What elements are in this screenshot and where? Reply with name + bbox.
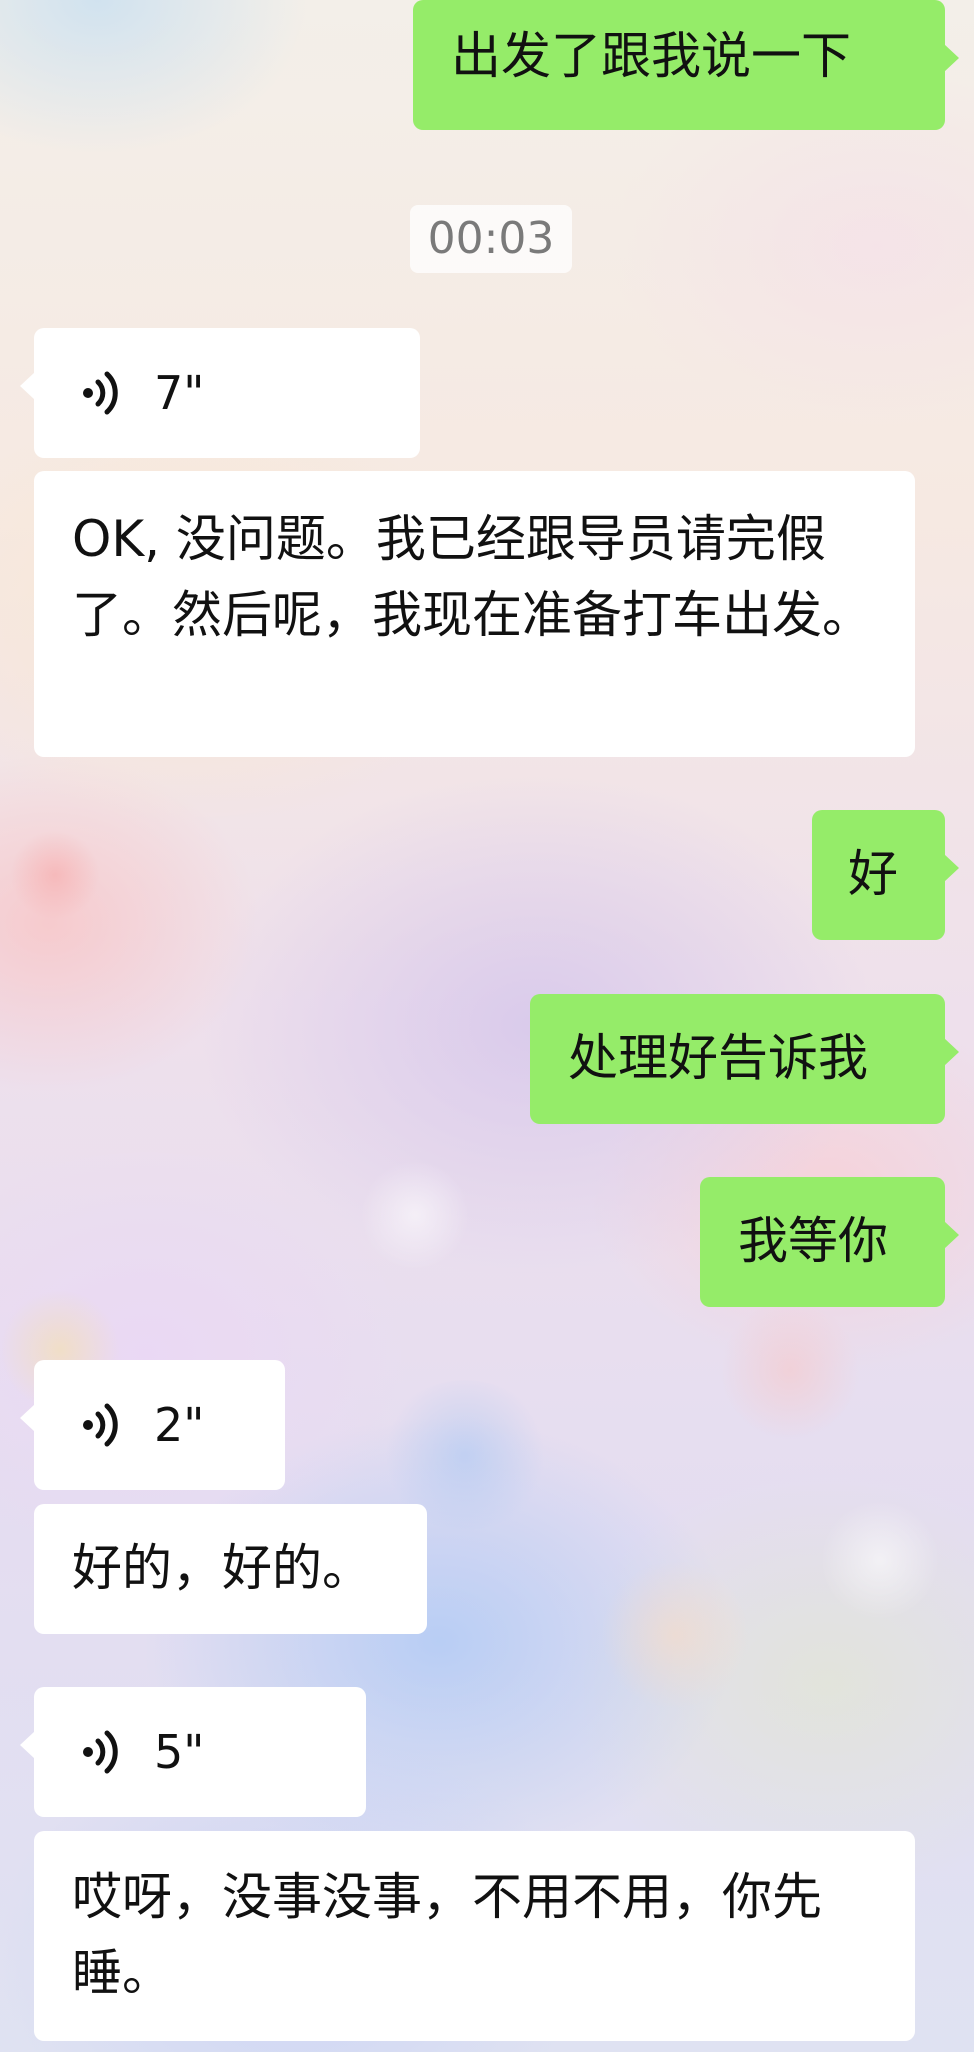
voice-wave-icon	[78, 367, 130, 419]
voice-message-content: 7"	[34, 328, 420, 458]
voice-duration: 7"	[154, 366, 205, 420]
voice-message-bubble[interactable]: 5"	[20, 1687, 366, 1817]
background-flower-decoration	[360, 1160, 470, 1270]
message-text: 出发了跟我说一下	[451, 27, 851, 85]
incoming-message-bubble[interactable]: OK, 没问题。我已经跟导员请完假了。然后呢，我现在准备打车出发。	[34, 471, 915, 757]
background-flower-decoration	[820, 1500, 940, 1620]
voice-message-content: 5"	[34, 1687, 366, 1817]
background-flower-decoration	[600, 1560, 750, 1710]
background-flower-decoration	[720, 1300, 860, 1440]
outgoing-message-bubble[interactable]: 好	[812, 810, 959, 940]
voice-duration: 2"	[154, 1398, 205, 1452]
message-text: 好	[848, 845, 898, 903]
message-text: OK, 没问题。我已经跟导员请完假了。然后呢，我现在准备打车出发。	[72, 510, 872, 644]
message-text: 我等你	[738, 1212, 888, 1270]
voice-message-bubble[interactable]: 7"	[20, 328, 420, 458]
voice-wave-icon	[78, 1726, 130, 1778]
timestamp-badge: 00:03	[410, 205, 572, 273]
message-text: 处理好告诉我	[568, 1029, 868, 1087]
voice-duration: 5"	[154, 1725, 205, 1779]
outgoing-message-bubble[interactable]: 出发了跟我说一下	[413, 0, 959, 130]
background-flower-decoration	[10, 830, 100, 920]
outgoing-message-bubble[interactable]: 我等你	[700, 1177, 959, 1307]
chat-message-list: 出发了跟我说一下 00:03 7" OK, 没问题。我已经跟导员请完假了。然后呢…	[0, 0, 974, 2052]
incoming-message-bubble[interactable]: 哎呀，没事没事，不用不用，你先睡。	[34, 1831, 915, 2041]
incoming-message-bubble[interactable]: 好的，好的。	[34, 1504, 427, 1634]
message-text: 哎呀，没事没事，不用不用，你先睡。	[72, 1868, 822, 2002]
message-text: 好的，好的。	[72, 1539, 372, 1597]
voice-message-content: 2"	[34, 1360, 285, 1490]
outgoing-message-bubble[interactable]: 处理好告诉我	[530, 994, 959, 1124]
voice-wave-icon	[78, 1399, 130, 1451]
voice-message-bubble[interactable]: 2"	[20, 1360, 285, 1490]
